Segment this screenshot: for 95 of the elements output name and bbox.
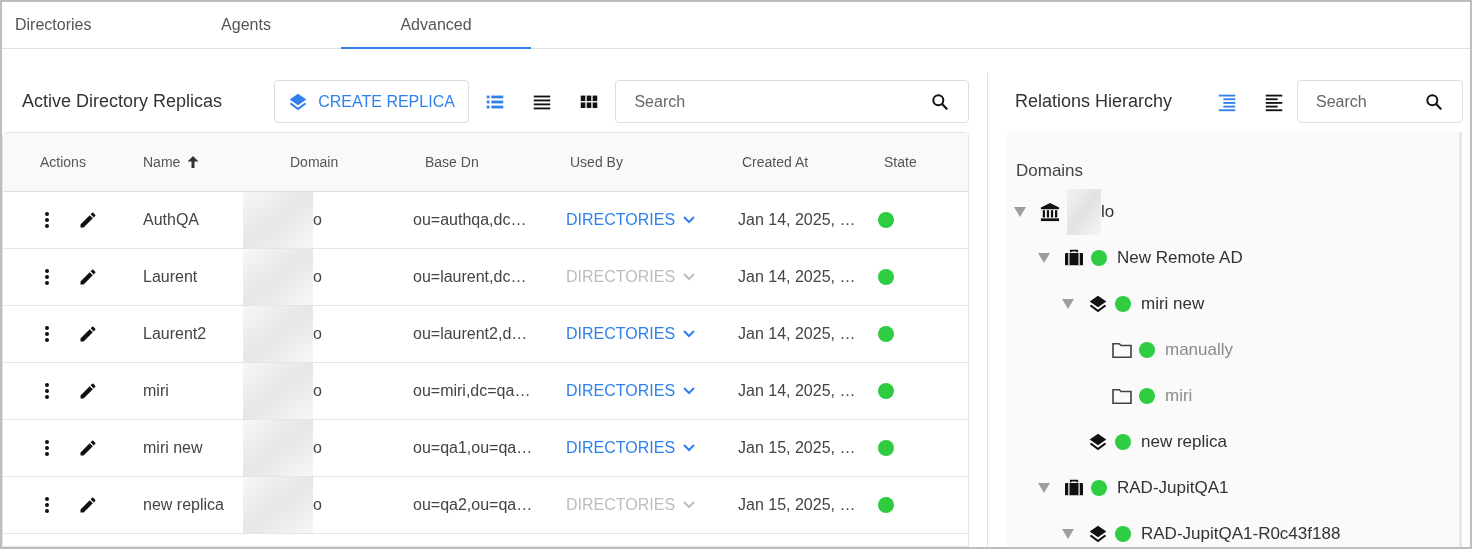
table-cell: Jan 14, 2025, …	[738, 211, 856, 228]
table-cell-text: o	[313, 495, 322, 515]
more-icon[interactable]	[44, 439, 50, 457]
tab[interactable]: Advanced	[341, 2, 531, 49]
column-header[interactable]: Actions	[40, 151, 86, 173]
chevron-down-icon	[683, 501, 696, 509]
tree-node-label[interactable]: RAD-JupitQA1	[1117, 475, 1229, 501]
table-cell: Jan 15, 2025, …	[738, 439, 856, 456]
expand-arrow-icon[interactable]	[1061, 298, 1075, 310]
section-title: Active Directory Replicas	[22, 90, 224, 113]
table-cell: ou=qa2,ou=qa…	[413, 496, 533, 513]
table-cell: Jan 14, 2025, …	[738, 382, 856, 399]
tree-node-label[interactable]: New Remote AD	[1117, 245, 1243, 271]
bank-icon	[1039, 202, 1061, 222]
redacted-mark	[243, 249, 313, 305]
tree-node-label[interactable]: RAD-JupitQA1-R0c43f188	[1141, 521, 1341, 547]
column-header[interactable]: Name	[143, 151, 181, 173]
more-icon[interactable]	[44, 268, 50, 286]
column-header[interactable]: Created At	[742, 151, 809, 173]
search-input[interactable]: Search	[634, 89, 885, 114]
layers-icon	[1088, 294, 1108, 314]
table-cell: new replica	[143, 496, 224, 513]
tree-node-label[interactable]: lo	[1101, 199, 1115, 225]
search-input[interactable]: Search	[1316, 89, 1406, 114]
tab[interactable]: Directories	[2, 2, 151, 49]
briefcase-icon	[1064, 479, 1084, 497]
search-icon	[1424, 91, 1444, 112]
column-header[interactable]: Base Dn	[425, 151, 479, 173]
expand-arrow-icon[interactable]	[1061, 528, 1075, 540]
search-icon	[930, 91, 950, 112]
layers-icon	[288, 91, 309, 112]
chevron-down-icon	[683, 330, 696, 338]
table-cell: ou=laurent2,d…	[413, 325, 528, 342]
table-cell: AuthQA	[143, 211, 200, 228]
section-title: Relations Hierarchy	[1015, 90, 1174, 113]
folder-icon	[1111, 387, 1133, 405]
table-cell: ou=qa1,ou=qa…	[413, 439, 533, 456]
expand-arrow-icon[interactable]	[1037, 482, 1051, 494]
column-header[interactable]: State	[884, 151, 917, 173]
more-icon[interactable]	[44, 211, 50, 229]
tree-node-label[interactable]: miri	[1165, 383, 1193, 409]
table-cell: Jan 14, 2025, …	[738, 325, 856, 342]
table-cell-text: o	[313, 324, 322, 344]
table-cell-text: o	[313, 210, 322, 230]
table-cell-text: o	[313, 438, 322, 458]
column-header[interactable]: Used By	[570, 151, 623, 173]
redacted-mark	[1067, 189, 1101, 235]
layers-icon	[1088, 524, 1108, 544]
search-field[interactable]: Search	[615, 80, 969, 123]
table-cell: ou=miri,dc=qa…	[413, 382, 531, 399]
redacted-mark	[243, 363, 313, 419]
tree-heading: Domains	[1016, 159, 1084, 182]
expand-arrow-icon[interactable]	[1037, 252, 1051, 264]
tree-node-label[interactable]: miri new	[1141, 291, 1205, 317]
edit-icon[interactable]	[78, 210, 98, 230]
edit-icon[interactable]	[78, 381, 98, 401]
redacted-mark	[243, 477, 313, 533]
directories-dropdown[interactable]: DIRECTORIES	[566, 379, 696, 403]
column-header[interactable]: Domain	[290, 151, 339, 173]
chevron-down-icon	[683, 387, 696, 395]
expand-arrow-icon[interactable]	[1013, 206, 1027, 218]
edit-icon[interactable]	[78, 438, 98, 458]
briefcase-icon	[1064, 249, 1084, 267]
chevron-down-icon	[683, 216, 696, 224]
layers-icon	[1088, 432, 1108, 452]
directories-dropdown[interactable]: DIRECTORIES	[566, 322, 696, 346]
tab[interactable]: Agents	[151, 2, 341, 49]
redacted-mark	[243, 192, 313, 248]
table-cell: ou=laurent,dc…	[413, 268, 527, 285]
table-cell-text: o	[313, 381, 322, 401]
more-icon[interactable]	[44, 496, 50, 514]
sort-up-icon[interactable]	[186, 155, 201, 169]
table-cell-text: o	[313, 267, 322, 287]
edit-icon[interactable]	[78, 324, 98, 344]
more-icon[interactable]	[44, 382, 50, 400]
create-replica-button[interactable]: CREATE REPLICA	[273, 80, 470, 123]
directories-dropdown[interactable]: DIRECTORIES	[566, 436, 696, 460]
redacted-mark	[243, 420, 313, 476]
table-cell: Laurent	[143, 268, 198, 285]
directories-dropdown[interactable]: DIRECTORIES	[566, 208, 696, 232]
table-cell: Laurent2	[143, 325, 207, 342]
more-icon[interactable]	[44, 325, 50, 343]
search-field[interactable]: Search	[1297, 80, 1463, 123]
table-cell: Jan 14, 2025, …	[738, 268, 856, 285]
edit-icon[interactable]	[78, 495, 98, 515]
tree-node-label[interactable]: new replica	[1141, 429, 1227, 455]
table-cell: ou=authqa,dc…	[413, 211, 527, 228]
table-cell: miri new	[143, 439, 203, 456]
table-cell: miri	[143, 382, 169, 399]
edit-icon[interactable]	[78, 267, 98, 287]
redacted-mark	[243, 306, 313, 362]
table-cell: Jan 15, 2025, …	[738, 496, 856, 513]
chevron-down-icon	[683, 444, 696, 452]
chevron-down-icon	[683, 273, 696, 281]
folder-icon	[1111, 341, 1133, 359]
